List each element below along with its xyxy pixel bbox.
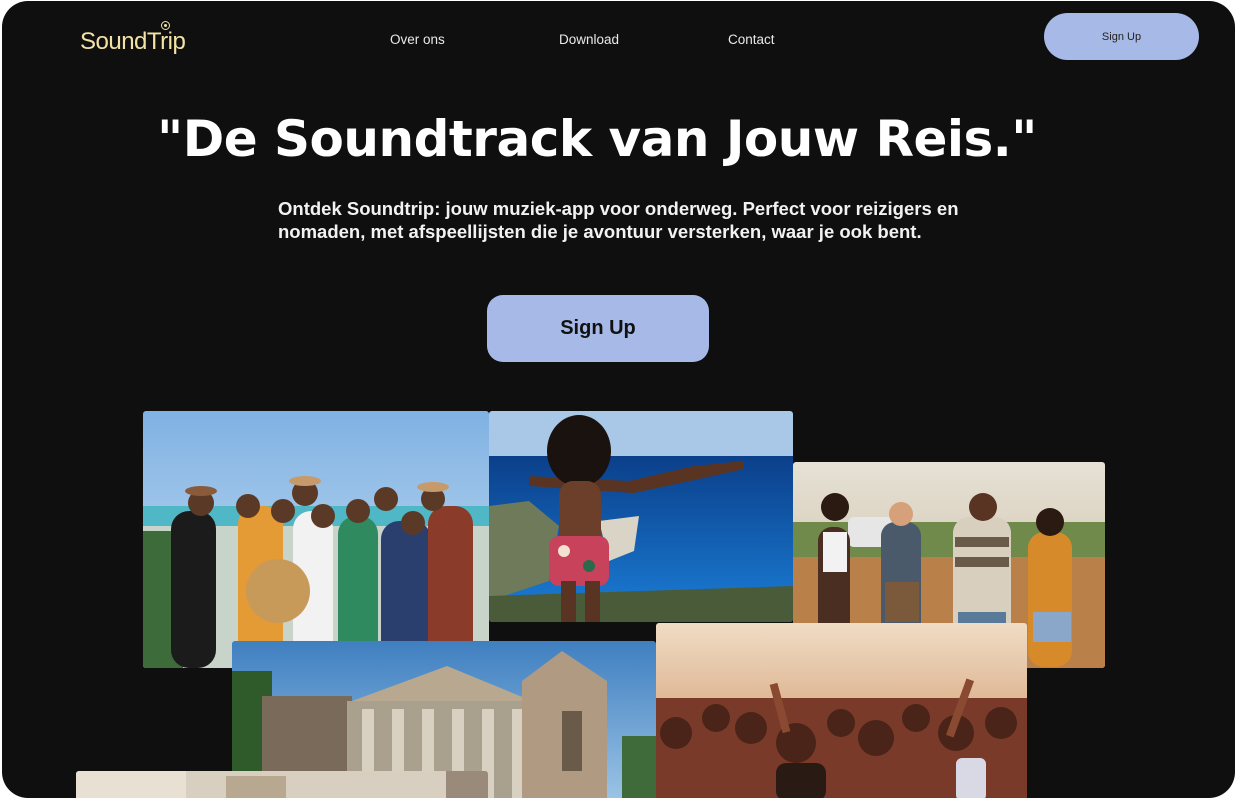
group-beach-photo (143, 411, 489, 668)
logo-text-trip: Trip (147, 21, 186, 55)
hero-title: "De Soundtrack van Jouw Reis." (157, 110, 1037, 168)
logo-text-sound: Sound (80, 28, 147, 55)
hero-signup-button[interactable]: Sign Up (487, 295, 709, 362)
logo-pin-icon (160, 21, 170, 30)
hero-description: Ontdek Soundtrip: jouw muziek-app voor o… (278, 198, 959, 242)
page-frame: Sound Trip Over ons Download Contact Sign… (2, 1, 1235, 798)
logo[interactable]: Sound Trip (80, 21, 186, 60)
nav-link-contact[interactable]: Contact (728, 32, 775, 47)
cliff-sea-photo (489, 411, 793, 622)
nav-link-over-ons[interactable]: Over ons (390, 32, 445, 47)
street-photo (76, 771, 488, 798)
nav-link-download[interactable]: Download (559, 32, 619, 47)
header-signup-button[interactable]: Sign Up (1044, 13, 1199, 60)
festival-crowd-photo (656, 623, 1027, 798)
